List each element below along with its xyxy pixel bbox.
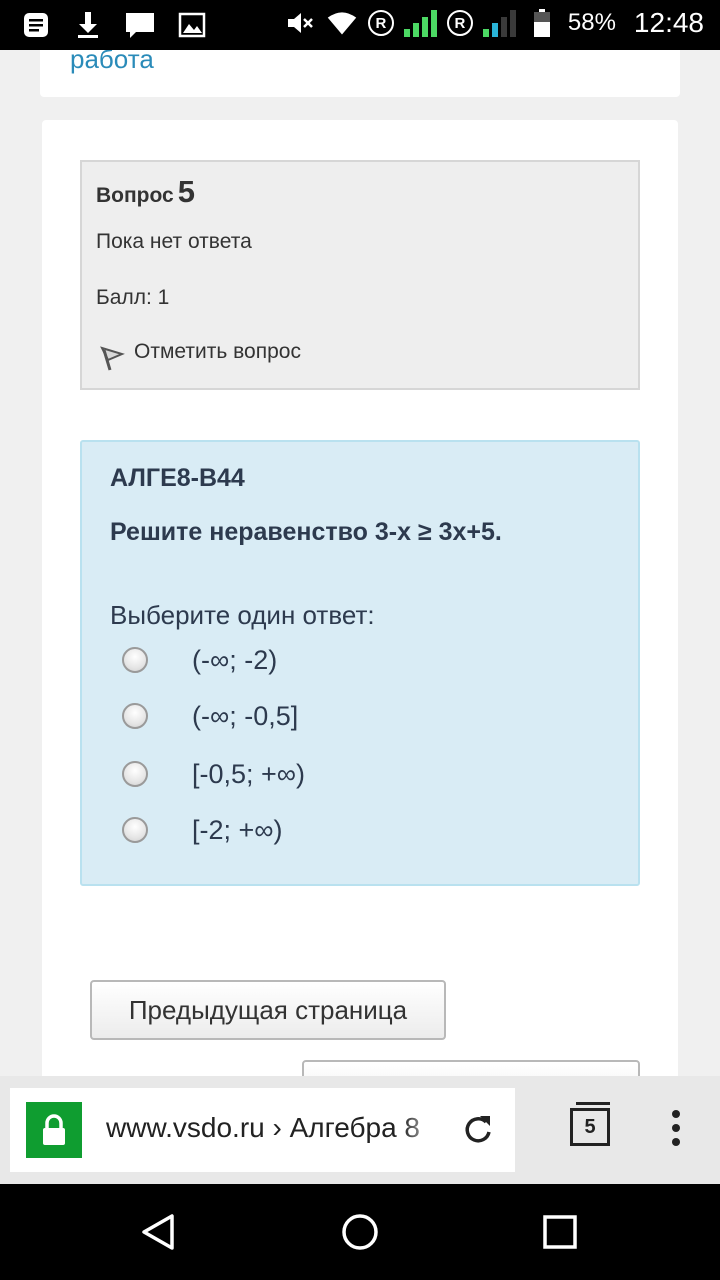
- answer-label[interactable]: [-0,5; +∞): [192, 759, 305, 790]
- answer-label[interactable]: [-2; +∞): [192, 815, 283, 846]
- url-fade: [402, 1108, 442, 1152]
- image-icon: [176, 8, 208, 42]
- wifi-icon: [326, 6, 358, 40]
- answer-label[interactable]: (-∞; -0,5]: [192, 701, 298, 732]
- answer-option[interactable]: (-∞; -2): [122, 640, 602, 680]
- tab-switcher-button[interactable]: 5: [570, 1108, 610, 1146]
- flag-icon[interactable]: [98, 344, 126, 372]
- top-link[interactable]: работа: [70, 50, 154, 75]
- choose-answer-label: Выберите один ответ:: [110, 600, 375, 630]
- question-grade: Балл: 1: [96, 286, 170, 309]
- question-status: Пока нет ответа: [96, 230, 252, 253]
- question-code: АЛГЕ8-В44: [110, 464, 245, 492]
- question-number: 5: [177, 174, 195, 209]
- flag-question-link[interactable]: Отметить вопрос: [134, 340, 301, 364]
- overflow-menu-icon[interactable]: [664, 1110, 688, 1150]
- question-text-panel: АЛГЕ8-В44 Решите неравенство 3-x ≥ 3x+5.…: [80, 440, 640, 886]
- message-icon: [124, 8, 156, 42]
- answer-option[interactable]: (-∞; -0,5]: [122, 696, 602, 736]
- answer-radio[interactable]: [122, 761, 148, 787]
- roaming-badge: R: [367, 10, 394, 36]
- question-info-panel: Вопрос 5 Пока нет ответа Балл: 1 Отметить…: [80, 160, 640, 390]
- answer-option[interactable]: [-0,5; +∞): [122, 754, 602, 794]
- answer-radio[interactable]: [122, 647, 148, 673]
- reload-icon[interactable]: [458, 1110, 498, 1150]
- battery-icon: [526, 6, 558, 40]
- download-icon: [72, 8, 104, 42]
- home-icon[interactable]: [338, 1210, 382, 1254]
- tabs-stack-line: [576, 1102, 610, 1105]
- signal-roaming-icon-2: [482, 9, 516, 37]
- answer-radio[interactable]: [122, 703, 148, 729]
- question-label: Вопрос: [96, 184, 174, 207]
- roaming-badge-2: R: [446, 10, 473, 36]
- signal-roaming-icon: [403, 9, 437, 37]
- recents-icon[interactable]: [538, 1210, 582, 1254]
- system-icons: R R 58% 12:48: [284, 6, 704, 40]
- browser-toolbar: www.vsdo.ru › Алгебра 8 5: [0, 1076, 720, 1184]
- answer-radio[interactable]: [122, 817, 148, 843]
- notes-icon: [20, 8, 52, 42]
- back-icon[interactable]: [138, 1210, 182, 1254]
- navigation-bar: [0, 1184, 720, 1280]
- question-prompt: Решите неравенство 3-x ≥ 3x+5.: [110, 518, 502, 546]
- notification-icons: [20, 8, 208, 42]
- previous-page-button[interactable]: Предыдущая страница: [90, 980, 446, 1040]
- clock: 12:48: [633, 7, 704, 38]
- answer-option[interactable]: [-2; +∞): [122, 810, 602, 850]
- question-title: Вопрос 5: [96, 174, 195, 210]
- lock-icon[interactable]: [26, 1102, 82, 1158]
- page-content: работа Вопрос 5 Пока нет ответа Балл: 1 О…: [0, 50, 720, 1076]
- mute-icon: [284, 6, 316, 40]
- battery-percent: 58%: [567, 9, 616, 36]
- question-card: Вопрос 5 Пока нет ответа Балл: 1 Отметить…: [42, 120, 678, 1076]
- next-page-button[interactable]: [302, 1060, 640, 1076]
- url-text[interactable]: www.vsdo.ru › Алгебра 8: [106, 1112, 442, 1144]
- status-bar: R R 58% 12:48: [0, 0, 720, 50]
- top-card: работа: [40, 50, 680, 97]
- address-bar[interactable]: www.vsdo.ru › Алгебра 8: [10, 1088, 515, 1172]
- answer-label[interactable]: (-∞; -2): [192, 645, 277, 676]
